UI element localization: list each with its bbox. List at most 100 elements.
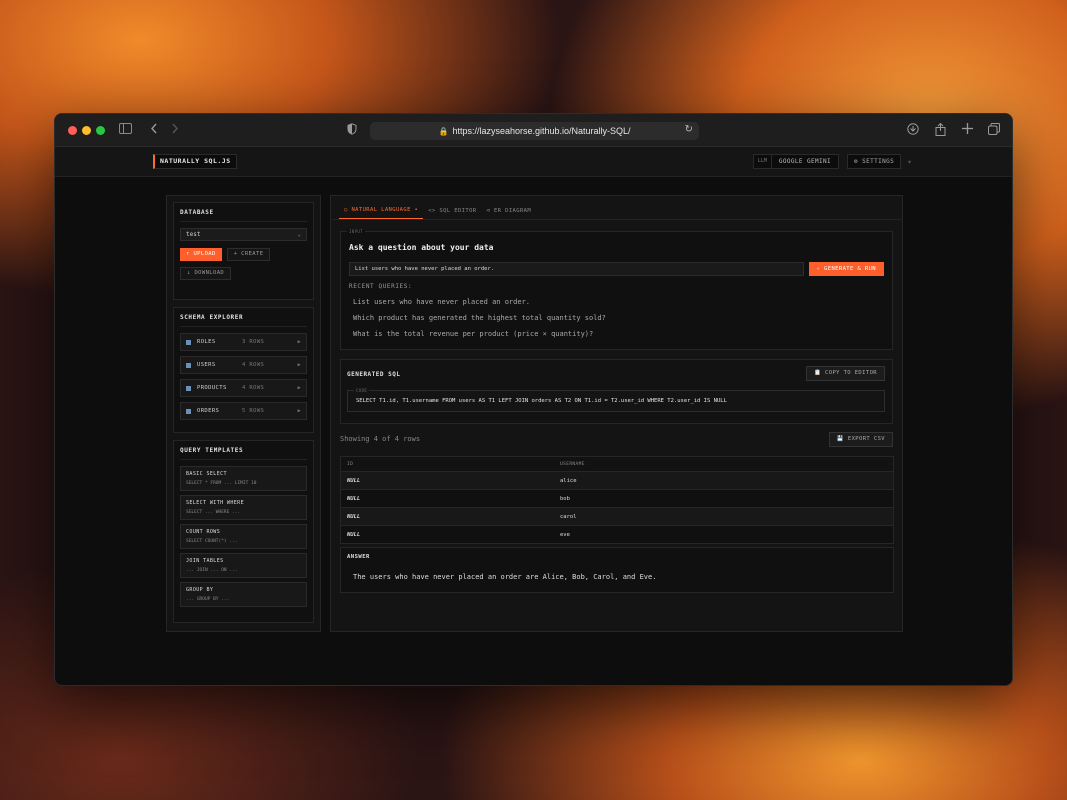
export-label: EXPORT CSV xyxy=(847,436,885,442)
template-group-by[interactable]: GROUP BY ... GROUP BY ... xyxy=(180,582,307,607)
copy-label: COPY TO EDITOR xyxy=(825,370,877,376)
table-row: NULL carol xyxy=(340,508,894,526)
sidebar-toggle-icon[interactable] xyxy=(119,123,132,138)
recent-query-item[interactable]: List users who have never placed an orde… xyxy=(353,298,892,306)
generated-sql-title: GENERATED SQL xyxy=(347,371,401,378)
url-text: https://lazyseahorse.github.io/Naturally… xyxy=(452,126,631,136)
chevron-right-icon: ▶ xyxy=(297,339,301,345)
database-select[interactable]: test ⌄ xyxy=(180,228,307,241)
download-button[interactable]: ↓ DOWNLOAD xyxy=(180,267,232,280)
schema-explorer-title: SCHEMA EXPLORER xyxy=(180,314,307,327)
settings-button[interactable]: ⚙ SETTINGS xyxy=(847,154,902,169)
template-code: ... JOIN ... ON ... xyxy=(186,568,238,573)
schema-row-count: 5 ROWS xyxy=(242,408,265,414)
tab-label: NATURAL LANGUAGE xyxy=(351,207,411,213)
template-join-tables[interactable]: JOIN TABLES ... JOIN ... ON ... xyxy=(180,553,307,578)
app-content: DATABASE test ⌄ ↑ UPLOAD + CREATE ↓ DOWN… xyxy=(55,177,1012,685)
schema-row-count: 3 ROWS xyxy=(242,339,265,345)
app-header: NATURALLY SQL.JS LLM GOOGLE GEMINI ⚙ SET… xyxy=(55,147,1012,177)
main-panel: ○ NATURAL LANGUAGE • <> SQL EDITOR ⊲ ER … xyxy=(330,195,903,632)
generate-label: GENERATE & RUN xyxy=(824,266,876,272)
create-label: CREATE xyxy=(241,251,264,257)
copy-to-editor-button[interactable]: 📋 COPY TO EDITOR xyxy=(806,366,885,381)
settings-label: SETTINGS xyxy=(862,158,895,165)
ask-title: Ask a question about your data xyxy=(349,243,494,252)
schema-table-name: ORDERS xyxy=(197,408,220,414)
table-icon xyxy=(186,385,191,391)
answer-title: ANSWER xyxy=(347,554,370,560)
question-input[interactable]: List users who have never placed an orde… xyxy=(349,262,804,276)
llm-model-button[interactable]: GOOGLE GEMINI xyxy=(772,155,838,168)
upload-button[interactable]: ↑ UPLOAD xyxy=(180,248,222,261)
maximize-window-button[interactable] xyxy=(96,126,105,135)
download-icon[interactable] xyxy=(907,123,919,139)
theme-toggle-icon[interactable]: ✦ xyxy=(907,157,912,166)
template-count-rows[interactable]: COUNT ROWS SELECT COUNT(*) ... xyxy=(180,524,307,549)
minimize-window-button[interactable] xyxy=(82,126,91,135)
template-name: BASIC SELECT xyxy=(186,471,227,477)
chevron-right-icon: ▶ xyxy=(297,385,301,391)
recent-query-item[interactable]: What is the total revenue per product (p… xyxy=(353,330,892,338)
active-dot-icon: • xyxy=(410,207,419,213)
template-select-where[interactable]: SELECT WITH WHERE SELECT ... WHERE ... xyxy=(180,495,307,520)
chevron-down-icon: ⌄ xyxy=(297,231,301,238)
generate-run-button[interactable]: ✧ GENERATE & RUN xyxy=(808,262,884,276)
forward-icon[interactable] xyxy=(171,123,179,138)
query-templates-title: QUERY TEMPLATES xyxy=(180,447,307,460)
cell-username: carol xyxy=(560,513,577,520)
column-header-id[interactable]: ID xyxy=(341,462,560,467)
reload-icon[interactable]: ↻ xyxy=(685,124,693,135)
tab-label: ER DIAGRAM xyxy=(493,208,532,214)
cell-username: bob xyxy=(560,495,570,502)
clipboard-icon: 📋 xyxy=(814,370,826,376)
template-code: SELECT * FROM ... LIMIT 10 xyxy=(186,481,257,486)
database-section: DATABASE test ⌄ ↑ UPLOAD + CREATE ↓ DOWN… xyxy=(173,202,314,300)
code-icon: <> xyxy=(428,208,440,214)
table-row: NULL bob xyxy=(340,490,894,508)
schema-row-count: 4 ROWS xyxy=(242,385,265,391)
generated-sql-panel: GENERATED SQL 📋 COPY TO EDITOR CODE SELE… xyxy=(340,359,893,424)
new-tab-icon[interactable] xyxy=(962,123,973,138)
schema-item-users[interactable]: USERS 4 ROWS ▶ xyxy=(180,356,307,374)
tab-er-diagram[interactable]: ⊲ ER DIAGRAM xyxy=(482,208,537,219)
cell-id: NULL xyxy=(347,477,361,484)
tab-sql-editor[interactable]: <> SQL EDITOR xyxy=(423,208,481,219)
table-icon xyxy=(186,408,191,414)
export-csv-button[interactable]: 💾 EXPORT CSV xyxy=(828,432,893,447)
schema-table-name: ROLES xyxy=(197,339,216,345)
llm-selector[interactable]: LLM GOOGLE GEMINI xyxy=(752,154,840,169)
back-icon[interactable] xyxy=(150,123,158,138)
sidebar: DATABASE test ⌄ ↑ UPLOAD + CREATE ↓ DOWN… xyxy=(166,195,321,632)
create-button[interactable]: + CREATE xyxy=(226,248,271,261)
close-window-button[interactable] xyxy=(68,126,77,135)
table-header-row: ID USERNAME xyxy=(340,456,894,472)
template-code: ... GROUP BY ... xyxy=(186,597,230,602)
template-name: JOIN TABLES xyxy=(186,558,224,564)
code-label: CODE xyxy=(354,388,370,393)
schema-row-count: 4 ROWS xyxy=(242,362,265,368)
input-panel: INPUT Ask a question about your data Lis… xyxy=(340,229,893,350)
header-actions: LLM GOOGLE GEMINI ⚙ SETTINGS ✦ xyxy=(752,154,912,169)
tab-natural-language[interactable]: ○ NATURAL LANGUAGE • xyxy=(339,207,424,219)
results-table: ID USERNAME NULL alice NULL bob NULL car… xyxy=(340,456,894,544)
share-icon[interactable] xyxy=(935,122,946,140)
column-header-username[interactable]: USERNAME xyxy=(560,462,585,467)
browser-titlebar: 🔒 https://lazyseahorse.github.io/Natural… xyxy=(55,114,1012,147)
tab-overview-icon[interactable] xyxy=(988,123,1000,139)
schema-item-orders[interactable]: ORDERS 5 ROWS ▶ xyxy=(180,402,307,420)
recent-query-item[interactable]: Which product has generated the highest … xyxy=(353,314,892,322)
template-name: GROUP BY xyxy=(186,587,214,593)
browser-window: 🔒 https://lazyseahorse.github.io/Natural… xyxy=(54,113,1013,686)
schema-item-roles[interactable]: ROLES 3 ROWS ▶ xyxy=(180,333,307,351)
schema-table-name: USERS xyxy=(197,362,216,368)
schema-item-products[interactable]: PRODUCTS 4 ROWS ▶ xyxy=(180,379,307,397)
answer-text: The users who have never placed an order… xyxy=(353,573,657,581)
database-title: DATABASE xyxy=(180,209,307,222)
template-basic-select[interactable]: BASIC SELECT SELECT * FROM ... LIMIT 10 xyxy=(180,466,307,491)
rows-count-text: Showing 4 of 4 rows xyxy=(340,435,421,443)
cell-id: NULL xyxy=(347,531,361,538)
answer-panel: ANSWER The users who have never placed a… xyxy=(340,547,894,593)
address-bar[interactable]: 🔒 https://lazyseahorse.github.io/Natural… xyxy=(370,122,699,140)
sql-code-box[interactable]: CODE SELECT T1.id, T1.username FROM user… xyxy=(347,388,885,412)
shield-icon[interactable] xyxy=(347,123,357,139)
